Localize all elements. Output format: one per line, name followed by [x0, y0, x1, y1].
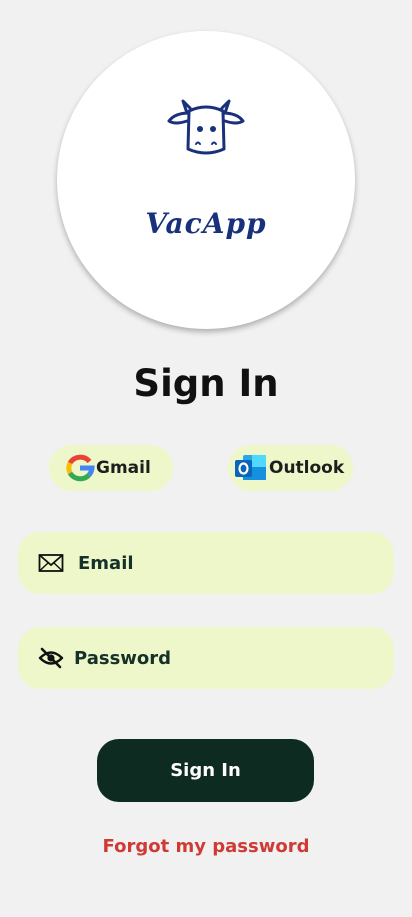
gmail-label: Gmail — [96, 458, 151, 478]
outlook-signin-button[interactable]: Outlook — [228, 445, 353, 491]
envelope-icon — [38, 554, 64, 572]
sign-in-button[interactable]: Sign In — [97, 739, 314, 802]
password-placeholder: Password — [74, 647, 172, 669]
outlook-icon — [235, 455, 266, 480]
page-title: Sign In — [133, 362, 279, 405]
password-field[interactable]: Password — [18, 627, 394, 689]
gmail-signin-button[interactable]: Gmail — [49, 445, 173, 491]
forgot-password-link[interactable]: Forgot my password — [0, 836, 412, 857]
outlook-label: Outlook — [269, 458, 345, 478]
email-placeholder: Email — [78, 552, 134, 574]
google-g-icon — [66, 454, 95, 482]
cow-face-icon — [167, 99, 245, 155]
eye-off-icon[interactable] — [38, 647, 64, 669]
email-field[interactable]: Email — [18, 532, 394, 594]
app-logo-text: VacApp — [145, 207, 267, 240]
app-logo: VacApp — [57, 31, 355, 329]
